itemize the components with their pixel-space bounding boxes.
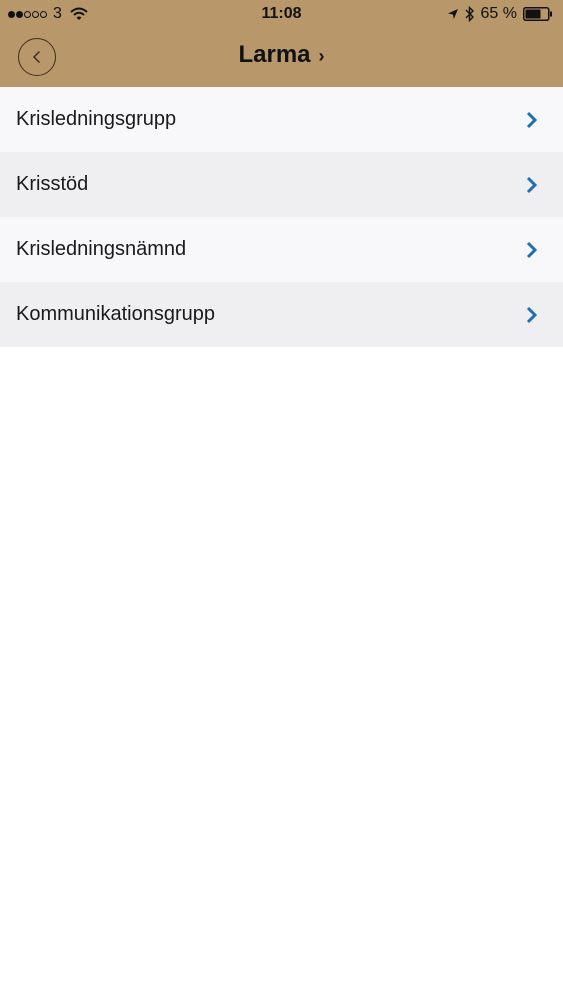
navigation-bar: Larma ›: [0, 30, 563, 87]
title-chevron-icon: ›: [318, 45, 325, 66]
list-item-kommunikationsgrupp[interactable]: Kommunikationsgrupp: [0, 282, 563, 347]
app-screen: 3 11:08 65 % Larma › Krisledningsgrupp K…: [0, 0, 563, 1000]
list-item-label: Krisledningsnämnd: [16, 238, 187, 260]
chevron-right-icon: [526, 306, 538, 323]
page-title: Larma: [238, 41, 311, 68]
location-arrow-icon: [447, 9, 458, 19]
battery-icon: [523, 7, 552, 21]
bluetooth-icon: [465, 6, 474, 22]
chevron-right-icon: [526, 241, 538, 258]
status-bar: 3 11:08 65 %: [0, 0, 563, 30]
list-item-label: Krisstöd: [16, 173, 89, 195]
list-item-krisstod[interactable]: Krisstöd: [0, 152, 563, 217]
battery-percentage: 65 %: [480, 5, 517, 22]
list-item-label: Kommunikationsgrupp: [16, 303, 215, 325]
status-right: 65 %: [447, 5, 553, 23]
list-item-label: Krisledningsgrupp: [16, 108, 177, 130]
list-item-krisledningsgrupp[interactable]: Krisledningsgrupp: [0, 87, 563, 152]
header: 3 11:08 65 % Larma ›: [0, 0, 563, 87]
list-item-krisledningsnamnd[interactable]: Krisledningsnämnd: [0, 217, 563, 282]
chevron-right-icon: [526, 176, 538, 193]
group-list: Krisledningsgrupp Krisstöd Krisledningsn…: [0, 87, 563, 347]
chevron-right-icon: [526, 111, 538, 128]
nav-title-group[interactable]: Larma ›: [0, 41, 563, 69]
